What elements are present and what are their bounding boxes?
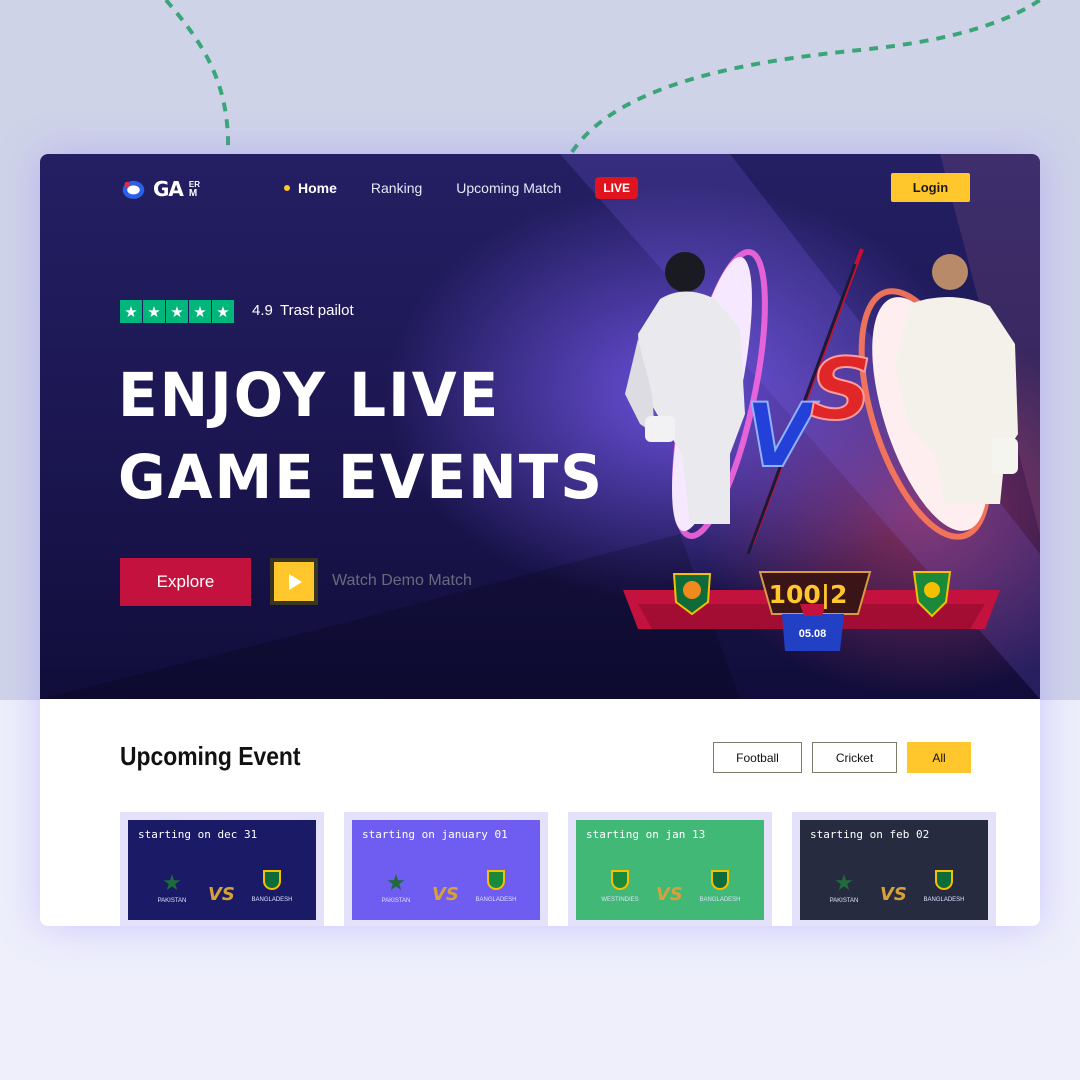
team-right: BANGLADESH — [466, 870, 526, 903]
nav-item-home-label: Home — [298, 180, 337, 196]
nav-item-ranking[interactable]: Ranking — [371, 180, 422, 196]
svg-text:VS: VS — [432, 884, 459, 905]
tiger-emblem-icon — [263, 870, 281, 890]
upcoming-event-title: Upcoming Event — [120, 741, 301, 771]
score-value: 100|2 — [768, 580, 848, 609]
team-right: BANGLADESH — [242, 870, 302, 903]
nav-item-home[interactable]: Home — [284, 180, 337, 196]
event-card[interactable]: starting on dec 31 ★ PAKISTAN VS BANGLAD… — [120, 812, 324, 926]
website-frame: V S GA ER M Home Ranking Upcoming Match … — [40, 154, 1040, 926]
event-card-inner: starting on feb 02 ★ PAKISTAN VS BANGLAD… — [800, 820, 988, 920]
star-icon: ★ — [189, 300, 211, 323]
event-card-inner: starting on jan 13 WESTINDIES VS BANGLAD… — [576, 820, 764, 920]
team-right-name: BANGLADESH — [699, 897, 741, 903]
headline-line-1: ENJOY LIVE — [118, 359, 501, 431]
star-icon: ★ — [166, 300, 188, 323]
star-emblem-icon: ★ — [386, 870, 406, 895]
team-left-name: PAKISTAN — [381, 898, 411, 904]
vs-icon: VS — [432, 884, 459, 905]
watch-demo-link[interactable]: Watch Demo Match — [332, 572, 472, 590]
event-card-title: starting on january 01 — [362, 828, 508, 841]
team-right-name: BANGLADESH — [475, 897, 517, 903]
filter-cricket-button[interactable]: Cricket — [812, 742, 897, 773]
headline-line-2: GAME EVENTS — [118, 441, 605, 513]
australia-emblem-icon — [487, 870, 505, 890]
event-cards: starting on dec 31 ★ PAKISTAN VS BANGLAD… — [120, 812, 1000, 926]
star-icon: ★ — [120, 300, 142, 323]
svg-text:VS: VS — [880, 884, 907, 905]
event-filters: Football Cricket All — [713, 742, 971, 773]
star-icon: ★ — [212, 300, 234, 323]
play-button[interactable] — [270, 558, 318, 605]
team-left: ★ PAKISTAN — [366, 870, 426, 904]
explore-button[interactable]: Explore — [120, 558, 251, 606]
vs-icon: VS — [656, 884, 683, 905]
event-card-inner: starting on january 01 ★ PAKISTAN VS BAN… — [352, 820, 540, 920]
trustpilot-stars: ★ ★ ★ ★ ★ — [120, 300, 235, 323]
hero-headline: ENJOY LIVE GAME EVENTS — [118, 354, 618, 518]
star-emblem-icon: ★ — [162, 870, 182, 895]
event-card-title: starting on feb 02 — [810, 828, 930, 841]
event-card[interactable]: starting on jan 13 WESTINDIES VS BANGLAD… — [568, 812, 772, 926]
team-left-name: WESTINDIES — [601, 897, 639, 903]
team-right: BANGLADESH — [914, 870, 974, 903]
match-date: 05.08 — [798, 628, 827, 640]
vs-letter-v: V — [745, 384, 819, 487]
logo-text: GA — [152, 177, 184, 201]
vs-icon: VS — [208, 884, 235, 905]
live-badge[interactable]: LIVE — [595, 177, 638, 199]
filter-football-button[interactable]: Football — [713, 742, 802, 773]
event-card[interactable]: starting on feb 02 ★ PAKISTAN VS BANGLAD… — [792, 812, 996, 926]
event-card-inner: starting on dec 31 ★ PAKISTAN VS BANGLAD… — [128, 820, 316, 920]
hero-section: V S GA ER M Home Ranking Upcoming Match … — [40, 154, 1040, 699]
filter-all-button[interactable]: All — [907, 742, 971, 773]
event-card[interactable]: starting on january 01 ★ PAKISTAN VS BAN… — [344, 812, 548, 926]
team-left: ★ PAKISTAN — [814, 870, 874, 904]
active-dot-icon — [284, 185, 290, 191]
tiger-emblem-icon — [711, 870, 729, 890]
team-left-name: PAKISTAN — [157, 898, 187, 904]
team-right: BANGLADESH — [690, 870, 750, 903]
team-left: ★ PAKISTAN — [142, 870, 202, 904]
nav-item-upcoming-match-label: Upcoming Match — [456, 180, 562, 196]
play-icon — [289, 573, 302, 590]
main-nav: Home Ranking Upcoming Match LIVE — [284, 176, 638, 200]
play-button-inner — [274, 562, 314, 601]
team-right-name: BANGLADESH — [251, 897, 293, 903]
rating-label: Trast pailot — [280, 302, 354, 319]
star-icon: ★ — [143, 300, 165, 323]
vs-icon: VS — [880, 884, 907, 905]
team-right-name: BANGLADESH — [923, 897, 965, 903]
australia-emblem-icon — [611, 870, 629, 890]
svg-text:VS: VS — [656, 884, 683, 905]
nav-item-upcoming-match[interactable]: Upcoming Match — [456, 180, 561, 196]
vs-letter-s: S — [810, 340, 872, 440]
star-emblem-icon: ★ — [834, 870, 854, 895]
team-left-name: PAKISTAN — [829, 898, 859, 904]
login-button[interactable]: Login — [891, 173, 970, 202]
brand-logo[interactable]: GA ER M — [120, 172, 200, 206]
gamer-mascot-icon — [122, 180, 145, 199]
tiger-emblem-icon — [935, 870, 953, 890]
svg-text:VS: VS — [208, 884, 235, 905]
team-left: WESTINDIES — [590, 870, 650, 903]
nav-item-ranking-label: Ranking — [370, 180, 423, 196]
event-card-title: starting on jan 13 — [586, 828, 706, 841]
event-card-title: starting on dec 31 — [138, 828, 258, 841]
logo-text-bottom: M — [188, 188, 198, 199]
rating-value: 4.9 — [252, 302, 273, 319]
